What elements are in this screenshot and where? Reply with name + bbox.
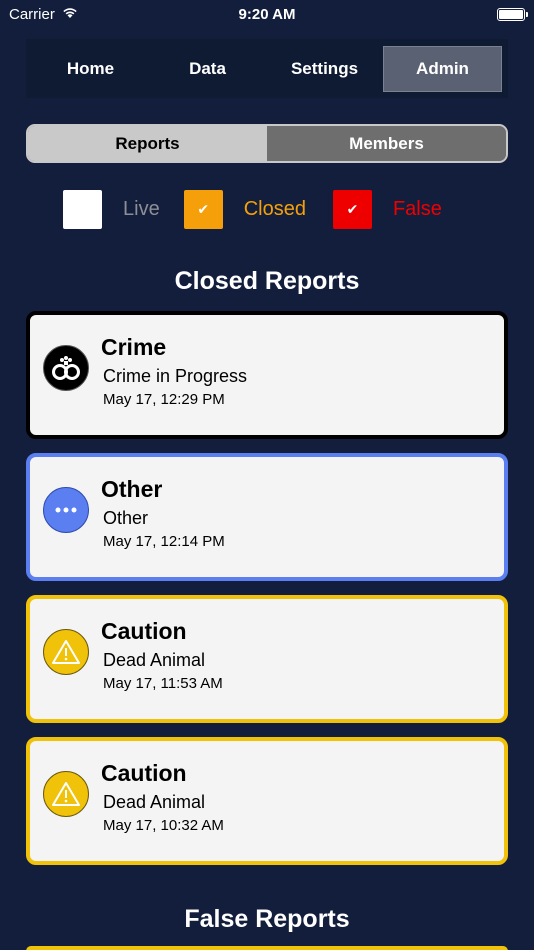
filter-false[interactable]: ✔ False bbox=[332, 189, 442, 229]
false-checkbox[interactable]: ✔ bbox=[332, 189, 372, 229]
report-card-peek[interactable] bbox=[26, 946, 508, 950]
segment-members[interactable]: Members bbox=[267, 126, 506, 161]
report-description: Other bbox=[103, 508, 149, 528]
report-time: May 17, 11:53 AM bbox=[103, 675, 223, 692]
status-left: Carrier bbox=[9, 6, 79, 23]
checkmark-icon: ✔ bbox=[197, 200, 210, 217]
report-card[interactable]: Other Other May 17, 12:14 PM bbox=[26, 453, 508, 581]
wifi-icon bbox=[61, 6, 79, 23]
report-card[interactable]: Crime Crime in Progress May 17, 12:29 PM bbox=[26, 311, 508, 439]
report-time: May 17, 10:32 AM bbox=[103, 817, 224, 834]
report-description: Dead Animal bbox=[103, 792, 206, 812]
handcuffs-icon bbox=[43, 345, 89, 391]
tab-data[interactable]: Data bbox=[149, 46, 266, 92]
checkmark-icon: ✔ bbox=[346, 200, 359, 217]
top-nav: Home Data Settings Admin bbox=[26, 39, 508, 98]
battery-icon bbox=[497, 7, 528, 21]
false-reports-title: False Reports bbox=[184, 905, 350, 933]
report-description: Dead Animal bbox=[103, 650, 206, 670]
segment-reports[interactable]: Reports bbox=[28, 126, 267, 161]
tab-settings[interactable]: Settings bbox=[266, 46, 383, 92]
report-description: Crime in Progress bbox=[103, 366, 248, 386]
report-card[interactable]: Caution Dead Animal May 17, 10:32 AM bbox=[26, 737, 508, 865]
report-category: Caution bbox=[101, 760, 187, 786]
ellipsis-icon bbox=[43, 487, 89, 533]
live-label: Live bbox=[123, 197, 160, 220]
tab-home[interactable]: Home bbox=[32, 46, 149, 92]
filter-closed[interactable]: ✔ Closed bbox=[183, 189, 333, 229]
report-time: May 17, 12:14 PM bbox=[103, 533, 225, 550]
report-card[interactable]: Caution Dead Animal May 17, 11:53 AM bbox=[26, 595, 508, 723]
carrier-label: Carrier bbox=[9, 5, 55, 23]
report-category: Other bbox=[101, 476, 163, 502]
status-bar: Carrier 9:20 AM bbox=[0, 0, 534, 28]
report-category: Caution bbox=[101, 618, 187, 644]
warning-icon bbox=[43, 771, 89, 817]
segmented-control: Reports Members bbox=[26, 124, 508, 163]
status-time: 9:20 AM bbox=[238, 5, 296, 23]
live-checkbox[interactable] bbox=[63, 189, 102, 229]
tab-admin[interactable]: Admin bbox=[383, 45, 502, 92]
report-category: Crime bbox=[101, 334, 167, 360]
status-filters: Live ✔ Closed ✔ False bbox=[63, 189, 442, 229]
closed-checkbox[interactable]: ✔ bbox=[183, 189, 223, 229]
report-time: May 17, 12:29 PM bbox=[103, 391, 225, 408]
filter-live[interactable]: Live bbox=[63, 189, 184, 229]
closed-label: Closed bbox=[243, 197, 306, 220]
false-label: False bbox=[392, 197, 442, 220]
closed-reports-title: Closed Reports bbox=[174, 267, 360, 295]
warning-icon bbox=[43, 629, 89, 675]
